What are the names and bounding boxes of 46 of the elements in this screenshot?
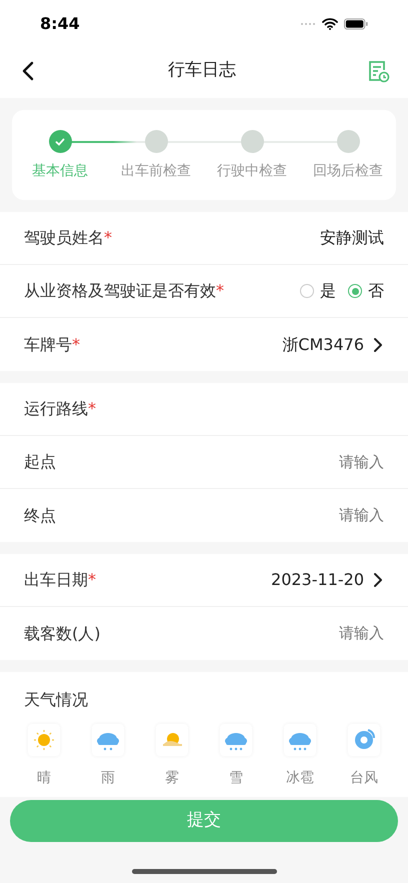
rain-cloud-icon [92, 724, 124, 756]
field-value: 安静测试 [320, 227, 384, 249]
input-field[interactable]: 请输入 [224, 622, 384, 645]
chevron-right-icon [372, 572, 384, 588]
sun-cloud-icon [156, 724, 188, 756]
radio-button[interactable] [300, 284, 314, 298]
weather-option[interactable]: 雨 [76, 724, 140, 789]
select-field[interactable]: 2023-11-20 [271, 568, 384, 592]
input-field[interactable]: 请输入 [224, 450, 384, 474]
sun-icon [28, 724, 60, 756]
field-label: 运行路线* [24, 398, 96, 420]
field-label: 终点 [24, 504, 56, 526]
weather-option[interactable]: 雾 [140, 724, 204, 789]
battery-icon [344, 18, 368, 30]
page-title: 行车日志 [168, 59, 236, 82]
submit-button[interactable]: 提交 [10, 800, 398, 842]
check-icon [54, 136, 66, 148]
field-label: 起点 [24, 451, 56, 473]
input-field[interactable]: 请输入 [224, 504, 384, 527]
chevron-right-icon [372, 336, 384, 352]
radio-label: 是 [320, 280, 336, 302]
document-clock-icon [366, 59, 390, 83]
step-label: 行驶中检查 [217, 162, 287, 181]
field-label: 车牌号* [24, 334, 80, 356]
weather-option[interactable]: 雪 [204, 724, 268, 789]
typhoon-icon [348, 724, 380, 756]
wifi-icon [322, 18, 338, 30]
step-label: 基本信息 [32, 162, 88, 181]
step-label: 出车前检查 [121, 162, 191, 181]
status-time: 8:44 [40, 13, 80, 35]
hail-cloud-icon [284, 724, 316, 756]
step-label: 回场后检查 [313, 162, 383, 181]
field-label: 出车日期* [24, 569, 96, 591]
radio-label: 否 [368, 280, 384, 302]
section-title: 天气情况 [24, 689, 89, 711]
select-field[interactable]: 浙CM3476 [282, 332, 384, 356]
field-label: 载客数(人) [24, 622, 100, 644]
field-label: 从业资格及驾驶证是否有效* [24, 280, 224, 302]
weather-option[interactable]: 冰雹 [268, 724, 332, 789]
signal-icon [300, 20, 316, 28]
radio-button[interactable] [348, 284, 362, 298]
snow-cloud-icon [220, 724, 252, 756]
field-label: 驾驶员姓名* [24, 227, 112, 249]
weather-option[interactable]: 台风 [332, 724, 396, 789]
back-icon [22, 61, 34, 81]
weather-option[interactable]: 晴 [12, 724, 76, 789]
